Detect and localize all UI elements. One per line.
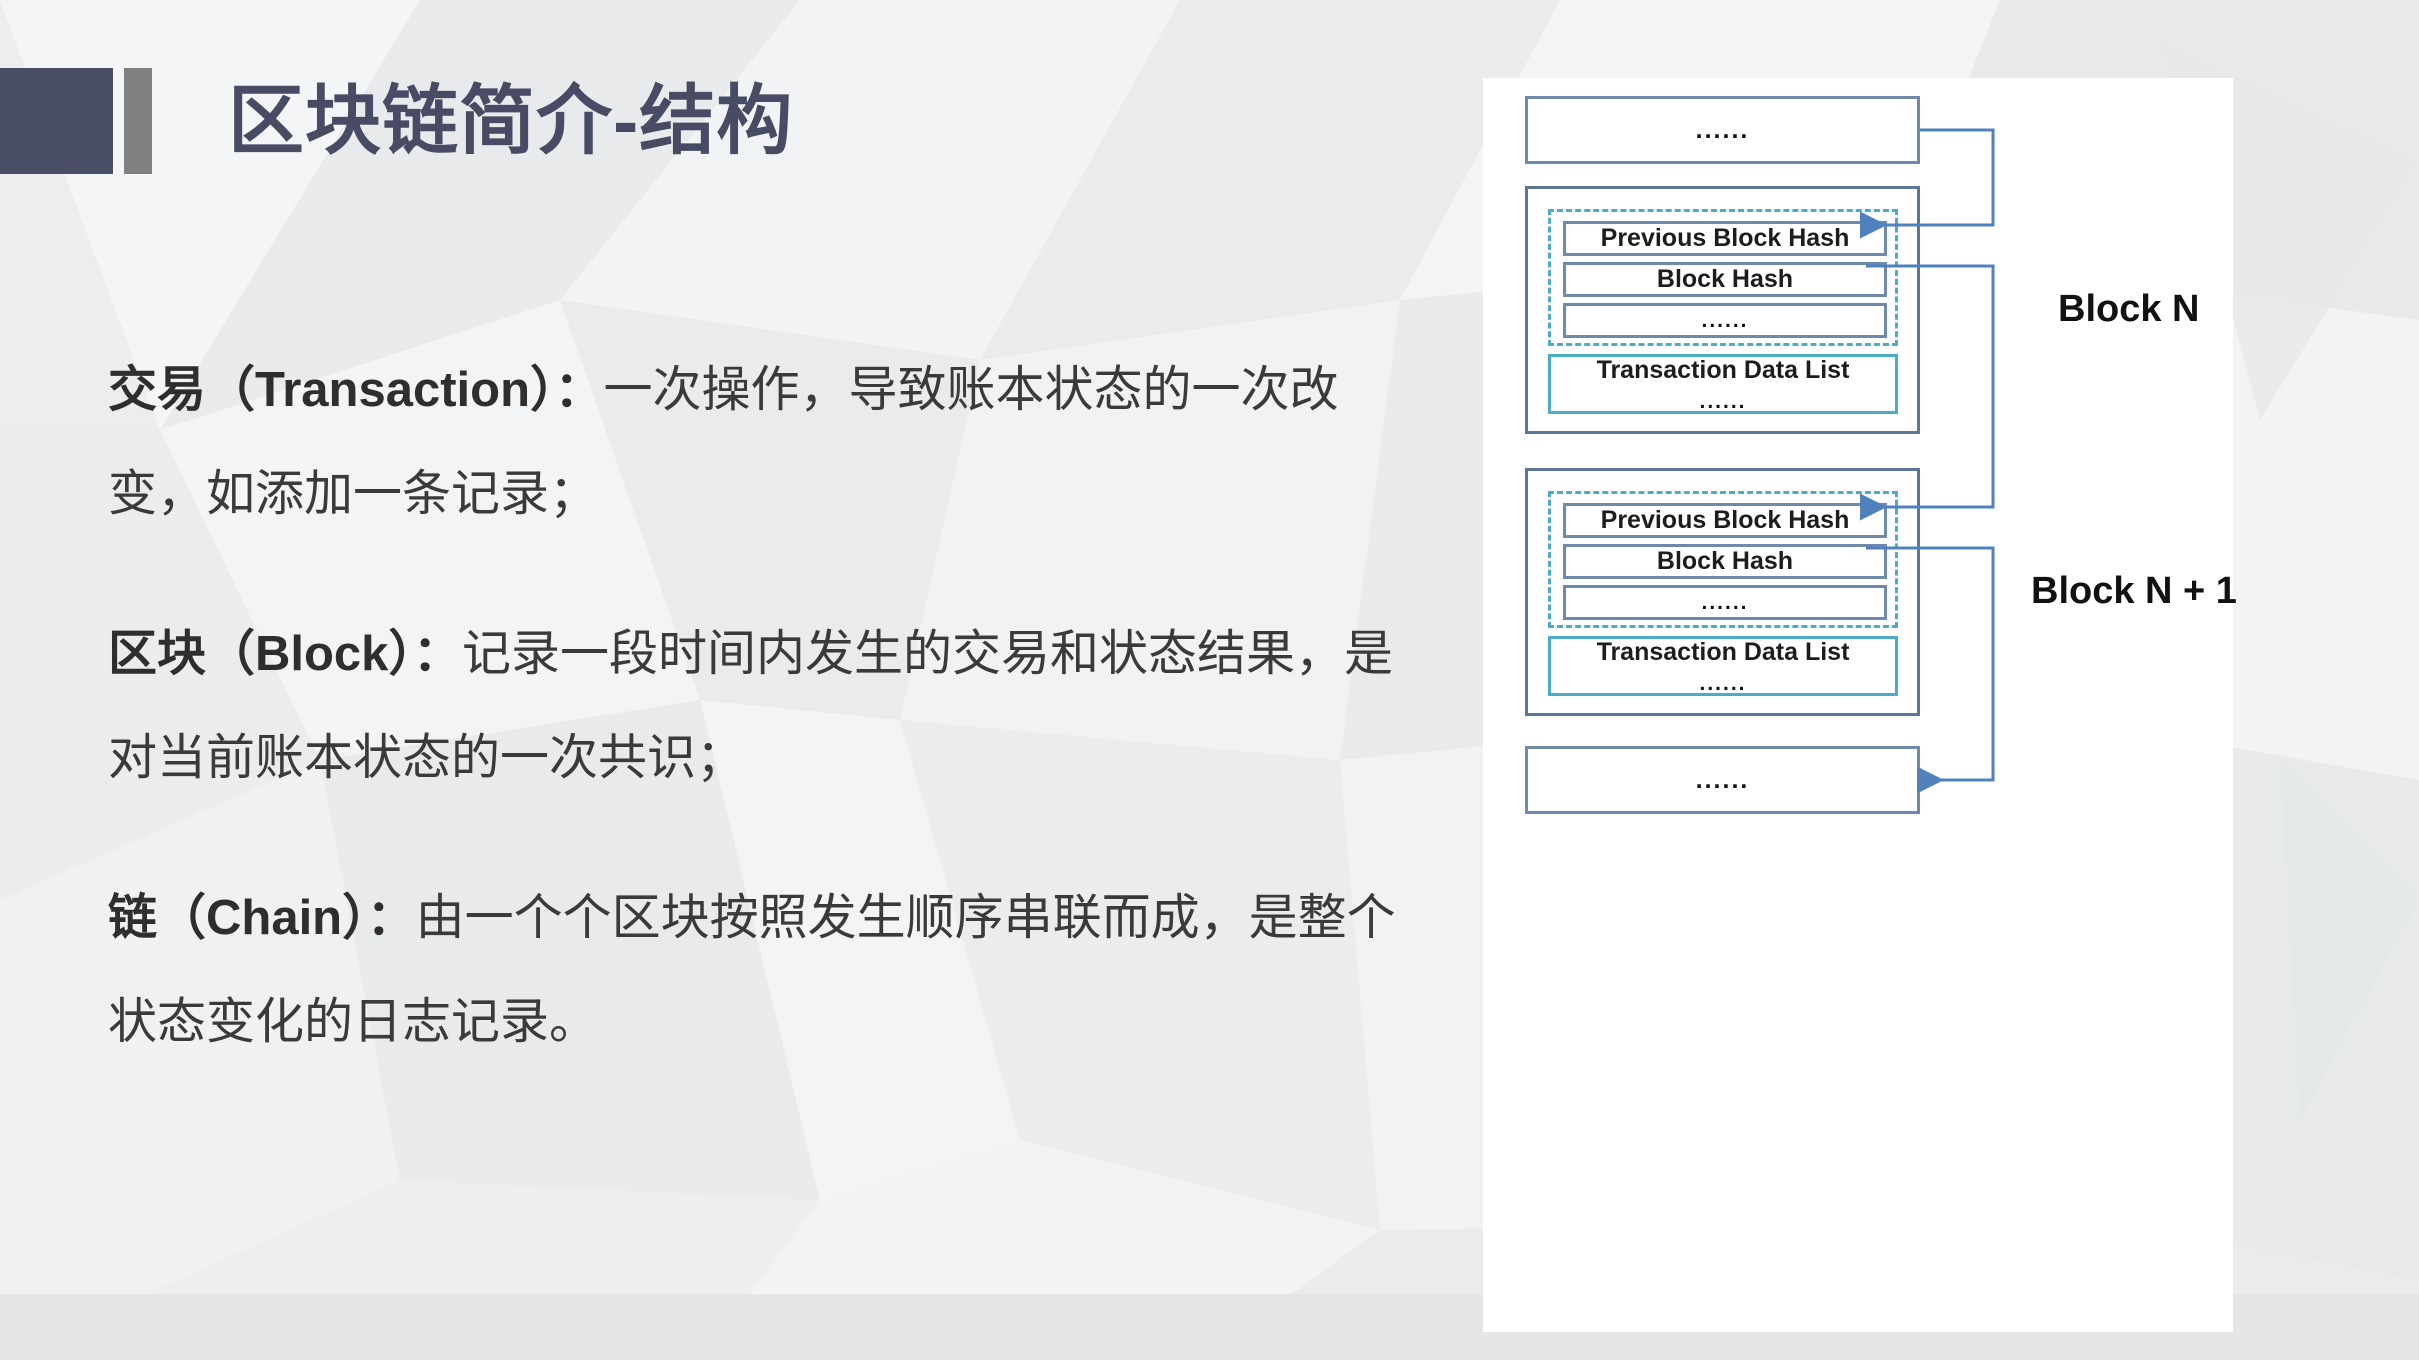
previous-block-hash-box-1: Previous Block Hash <box>1563 503 1887 538</box>
transaction-data-list-ellipsis-1: ...... <box>1699 672 1747 695</box>
block-hash-label-1: Block Hash <box>1656 547 1794 575</box>
header-ellipsis-label-1: ...... <box>1701 591 1749 614</box>
transaction-data-list-title-1: Transaction Data List <box>1596 638 1850 666</box>
term-transaction: 交易（Transaction）： <box>108 363 604 417</box>
block-container-1: Previous Block Hash Block Hash ...... Tr… <box>1525 468 1920 716</box>
slide-canvas: 区块链简介-结构 交易（Transaction）：一次操作，导致账本状态的一次改… <box>0 0 2419 1360</box>
paragraph-chain: 链（Chain）：由一个个区块按照发生顺序串联而成，是整个状态变化的日志记录。 <box>108 866 1418 1074</box>
block-hash-box-1: Block Hash <box>1563 544 1887 579</box>
block-container-0: Previous Block Hash Block Hash ...... Tr… <box>1525 186 1920 434</box>
blockchain-structure-diagram: ...... Previous Block Hash Block Hash ..… <box>1483 78 2237 1332</box>
previous-block-hash-box-0: Previous Block Hash <box>1563 221 1887 256</box>
header-ellipsis-box-0: ...... <box>1563 303 1887 338</box>
term-chain: 链（Chain）： <box>108 891 416 945</box>
block-header-group-1: Previous Block Hash Block Hash ...... <box>1548 491 1898 628</box>
title-accent-block <box>0 68 113 174</box>
bottom-ellipsis-label: ...... <box>1695 765 1750 794</box>
body-copy: 交易（Transaction）：一次操作，导致账本状态的一次改变，如添加一条记录… <box>108 338 1418 1074</box>
block-label-1: Block N + 1 <box>2031 570 2237 612</box>
block-hash-label-0: Block Hash <box>1656 265 1794 293</box>
header-ellipsis-label-0: ...... <box>1701 309 1749 332</box>
paragraph-block: 区块（Block）：记录一段时间内发生的交易和状态结果，是对当前账本状态的一次共… <box>108 602 1418 810</box>
page-title: 区块链简介-结构 <box>228 79 794 164</box>
term-block: 区块（Block）： <box>108 627 462 681</box>
block-header-group-0: Previous Block Hash Block Hash ...... <box>1548 209 1898 346</box>
transaction-data-list-ellipsis-0: ...... <box>1699 390 1747 413</box>
transaction-data-list-box-0: Transaction Data List ...... <box>1548 354 1898 414</box>
header-ellipsis-box-1: ...... <box>1563 585 1887 620</box>
top-ellipsis-box: ...... <box>1525 96 1920 164</box>
bottom-ellipsis-box: ...... <box>1525 746 1920 814</box>
top-ellipsis-label: ...... <box>1695 115 1750 144</box>
title-accent-bar <box>124 68 152 174</box>
transaction-data-list-title-0: Transaction Data List <box>1596 356 1850 384</box>
paragraph-transaction: 交易（Transaction）：一次操作，导致账本状态的一次改变，如添加一条记录… <box>108 338 1418 546</box>
previous-block-hash-label-0: Previous Block Hash <box>1600 224 1850 252</box>
transaction-data-list-box-1: Transaction Data List ...... <box>1548 636 1898 696</box>
block-label-0: Block N <box>2058 288 2200 330</box>
block-hash-box-0: Block Hash <box>1563 262 1887 297</box>
previous-block-hash-label-1: Previous Block Hash <box>1600 506 1850 534</box>
